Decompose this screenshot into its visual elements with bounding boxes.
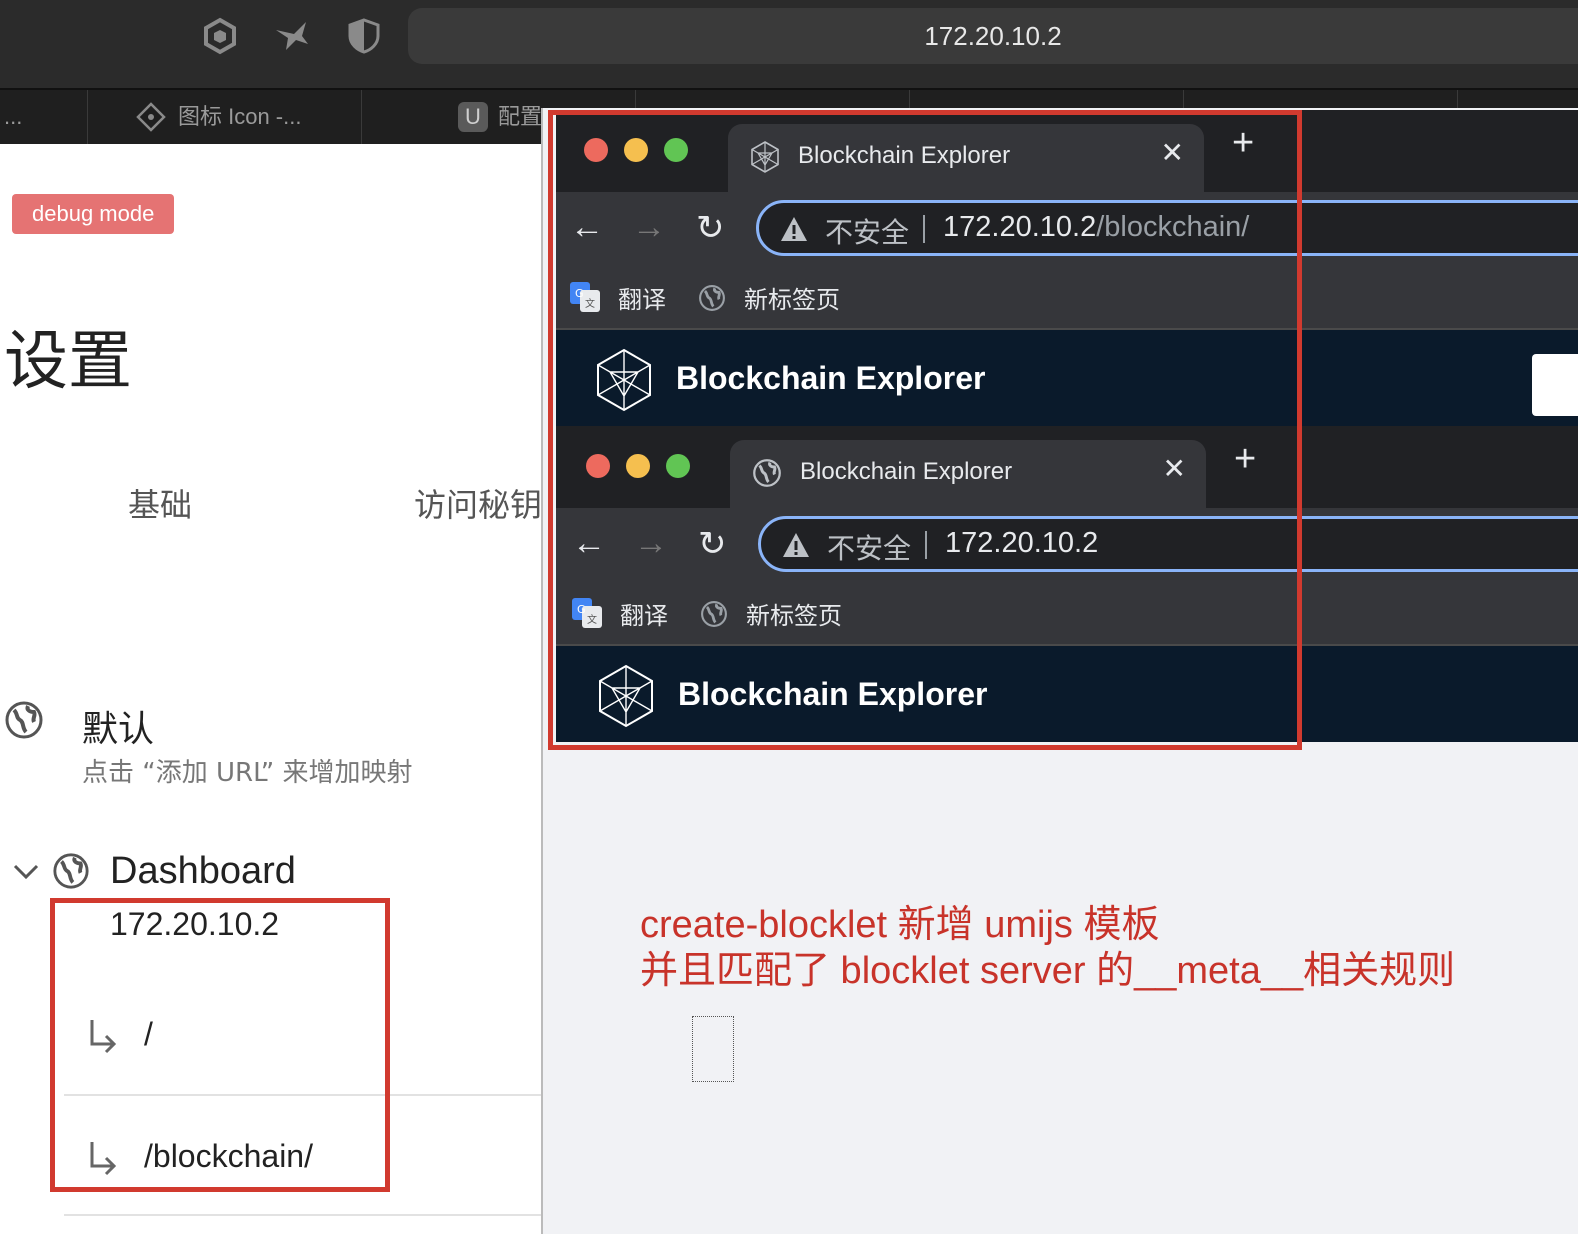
dashboard-title[interactable]: Dashboard bbox=[110, 850, 296, 893]
text-cursor-placeholder bbox=[692, 1016, 734, 1082]
address-bar[interactable]: 172.20.10.2 bbox=[408, 8, 1578, 64]
search-input[interactable] bbox=[1532, 354, 1578, 416]
bird-icon[interactable] bbox=[272, 16, 312, 56]
default-section-description: 点击 “添加 URL” 来增加映射 bbox=[82, 758, 413, 788]
shield-icon[interactable] bbox=[344, 16, 384, 56]
tab-label: ... bbox=[4, 104, 23, 129]
tab-label: 配置 bbox=[498, 104, 543, 129]
cube-icon[interactable] bbox=[200, 16, 240, 56]
tab-basic[interactable]: 基础 bbox=[128, 480, 192, 526]
highlight-box-routes bbox=[50, 898, 390, 1192]
tab-icon-docs[interactable]: 图标 Icon -... bbox=[88, 90, 362, 144]
default-section-title: 默认 bbox=[82, 709, 155, 750]
globe-icon bbox=[53, 853, 89, 889]
annotation-line-1: create-blocklet 新增 umijs 模板 bbox=[640, 904, 1160, 946]
page-title: 设置 bbox=[4, 325, 132, 399]
divider bbox=[64, 1214, 541, 1216]
annotation-text: create-blocklet 新增 umijs 模板 并且匹配了 blockl… bbox=[640, 902, 1455, 994]
background-browser-toolbar: 172.20.10.2 bbox=[0, 0, 1578, 90]
highlight-box-browsers bbox=[548, 110, 1302, 750]
annotation-line-2: 并且匹配了 blocklet server 的__meta__相关规则 bbox=[640, 950, 1456, 992]
globe-icon bbox=[5, 701, 43, 739]
tab-label: 图标 Icon -... bbox=[178, 104, 302, 129]
u-logo-icon: U bbox=[458, 102, 488, 132]
debug-mode-badge: debug mode bbox=[12, 194, 175, 234]
diamond-icon bbox=[136, 102, 166, 132]
tab-access-keys[interactable]: 访问秘钥 bbox=[414, 480, 542, 526]
chevron-down-icon[interactable] bbox=[12, 860, 40, 884]
tab-ellipsis[interactable]: ... bbox=[0, 90, 88, 144]
